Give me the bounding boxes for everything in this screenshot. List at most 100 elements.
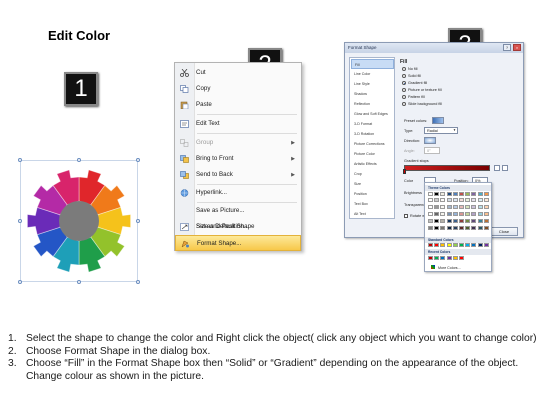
nav-item-crop[interactable]: Crop	[351, 169, 394, 179]
theme-shade-swatch[interactable]	[428, 198, 433, 202]
menu-item-size-and-position[interactable]: Size and Position...	[175, 219, 301, 235]
standard-color-swatch[interactable]	[440, 243, 446, 247]
theme-shade-swatch[interactable]	[428, 205, 433, 209]
theme-shade-swatch[interactable]	[471, 226, 477, 230]
theme-shade-swatch[interactable]	[459, 219, 464, 223]
theme-color-swatch[interactable]	[452, 192, 458, 196]
theme-shade-swatch[interactable]	[434, 205, 440, 209]
recent-color-swatch[interactable]	[459, 256, 464, 260]
theme-color-swatch[interactable]	[440, 192, 446, 196]
theme-shade-swatch[interactable]	[446, 205, 452, 209]
theme-shade-swatch[interactable]	[428, 212, 433, 216]
theme-shade-swatch[interactable]	[477, 205, 483, 209]
standard-color-swatch[interactable]	[477, 243, 483, 247]
recent-color-swatch[interactable]	[428, 256, 433, 260]
menu-item-send-to-back[interactable]: Send to Back ▶	[175, 167, 301, 183]
menu-item-hyperlink[interactable]: Hyperlink...	[175, 185, 301, 201]
theme-shade-swatch[interactable]	[459, 198, 464, 202]
fill-radio[interactable]	[402, 81, 406, 85]
theme-shade-swatch[interactable]	[440, 205, 446, 209]
nav-item-shadow[interactable]: Shadow	[351, 89, 394, 99]
nav-item-picture-color[interactable]: Picture Color	[351, 149, 394, 159]
nav-item-position[interactable]: Position	[351, 189, 394, 199]
theme-shade-swatch[interactable]	[446, 219, 452, 223]
menu-item-group[interactable]: Group ▶	[175, 135, 301, 151]
theme-shade-swatch[interactable]	[483, 212, 489, 216]
standard-color-swatch[interactable]	[459, 243, 464, 247]
theme-shade-swatch[interactable]	[477, 198, 483, 202]
theme-shade-swatch[interactable]	[483, 205, 489, 209]
theme-shade-swatch[interactable]	[452, 226, 458, 230]
gear-wheel-graphic[interactable]	[20, 160, 138, 282]
recent-color-swatch[interactable]	[440, 256, 446, 260]
theme-shade-swatch[interactable]	[428, 219, 433, 223]
theme-shade-swatch[interactable]	[459, 205, 464, 209]
standard-color-swatch[interactable]	[465, 243, 471, 247]
fill-radio[interactable]	[402, 88, 406, 92]
selection-handle[interactable]	[18, 280, 22, 284]
nav-item-glow-and-soft-edges[interactable]: Glow and Soft Edges	[351, 109, 394, 119]
theme-shade-swatch[interactable]	[477, 219, 483, 223]
theme-shade-swatch[interactable]	[428, 226, 433, 230]
nav-item-line-color[interactable]: Line Color	[351, 69, 394, 79]
nav-item-size[interactable]: Size	[351, 179, 394, 189]
theme-shade-swatch[interactable]	[446, 226, 452, 230]
standard-color-swatch[interactable]	[483, 243, 489, 247]
selection-handle[interactable]	[136, 158, 140, 162]
add-stop-button[interactable]	[494, 165, 500, 171]
gradient-stop-handle[interactable]	[403, 169, 406, 174]
standard-color-swatch[interactable]	[452, 243, 458, 247]
theme-shade-swatch[interactable]	[440, 212, 446, 216]
theme-shade-swatch[interactable]	[440, 198, 446, 202]
rotate-checkbox[interactable]	[404, 214, 408, 218]
nav-item-fill[interactable]: Fill	[351, 59, 394, 69]
direction-dropdown[interactable]	[424, 137, 436, 144]
theme-shade-swatch[interactable]	[483, 226, 489, 230]
theme-shade-swatch[interactable]	[465, 226, 471, 230]
menu-item-format-shape[interactable]: Format Shape...	[175, 235, 301, 251]
help-icon[interactable]: ?	[503, 44, 511, 51]
theme-shade-swatch[interactable]	[465, 219, 471, 223]
fill-radio[interactable]	[402, 95, 406, 99]
theme-shade-swatch[interactable]	[452, 205, 458, 209]
menu-item-edit-text[interactable]: Edit Text	[175, 116, 301, 132]
selection-handle[interactable]	[18, 158, 22, 162]
theme-color-swatch[interactable]	[459, 192, 464, 196]
theme-color-swatch[interactable]	[434, 192, 440, 196]
preset-colors-dropdown[interactable]	[432, 117, 444, 124]
theme-color-swatch[interactable]	[428, 192, 433, 196]
menu-item-paste[interactable]: Paste	[175, 97, 301, 113]
theme-shade-swatch[interactable]	[459, 226, 464, 230]
remove-stop-button[interactable]	[502, 165, 508, 171]
fill-radio[interactable]	[402, 74, 406, 78]
nav-item-picture-corrections[interactable]: Picture Corrections	[351, 139, 394, 149]
selection-handle[interactable]	[136, 280, 140, 284]
theme-shade-swatch[interactable]	[465, 212, 471, 216]
theme-shade-swatch[interactable]	[465, 205, 471, 209]
menu-item-save-as-picture[interactable]: Save as Picture...	[175, 203, 301, 219]
recent-color-swatch[interactable]	[446, 256, 452, 260]
nav-item-line-style[interactable]: Line Style	[351, 79, 394, 89]
nav-item-alt-text[interactable]: Alt Text	[351, 209, 394, 219]
theme-shade-swatch[interactable]	[465, 198, 471, 202]
nav-item-3-d-format[interactable]: 3-D Format	[351, 119, 394, 129]
theme-color-swatch[interactable]	[446, 192, 452, 196]
standard-color-swatch[interactable]	[446, 243, 452, 247]
theme-shade-swatch[interactable]	[452, 198, 458, 202]
fill-radio[interactable]	[402, 102, 406, 106]
recent-color-swatch[interactable]	[452, 256, 458, 260]
menu-item-cut[interactable]: Cut	[175, 65, 301, 81]
theme-shade-swatch[interactable]	[483, 219, 489, 223]
selection-handle[interactable]	[77, 158, 81, 162]
theme-color-swatch[interactable]	[471, 192, 477, 196]
selection-handle[interactable]	[136, 219, 140, 223]
menu-item-bring-to-front[interactable]: Bring to Front ▶	[175, 151, 301, 167]
close-icon[interactable]: ×	[513, 44, 521, 51]
fill-radio[interactable]	[402, 67, 406, 71]
theme-shade-swatch[interactable]	[471, 219, 477, 223]
theme-shade-swatch[interactable]	[471, 212, 477, 216]
theme-shade-swatch[interactable]	[471, 205, 477, 209]
standard-color-swatch[interactable]	[434, 243, 440, 247]
selection-handle[interactable]	[77, 280, 81, 284]
close-button[interactable]: Close	[490, 227, 518, 236]
